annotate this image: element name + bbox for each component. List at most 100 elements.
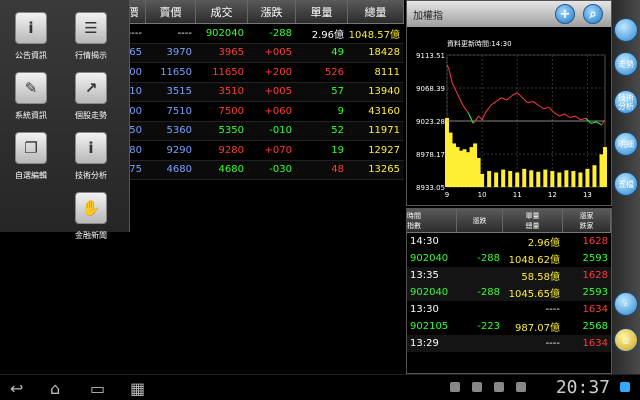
volume-bar xyxy=(557,172,562,187)
volume-bar xyxy=(462,149,467,187)
volume-bar xyxy=(515,172,520,187)
magnifier-icon[interactable]: ⌕ xyxy=(583,4,603,24)
quote-cell-sell: 3970 xyxy=(166,47,192,59)
tick-row[interactable]: 902040 -288 1048.62億 2593 xyxy=(407,250,611,267)
quote-row[interactable]: 351035153510+0055713940 xyxy=(110,82,404,102)
price-line-segment xyxy=(457,93,464,106)
price-line-segment xyxy=(574,115,581,121)
tick-cell-time: 13:35 xyxy=(410,270,439,281)
recent-apps-icon[interactable]: ▭ xyxy=(90,379,105,398)
col-header-total[interactable]: 總量 xyxy=(348,0,404,23)
price-line-segment xyxy=(538,104,544,110)
launcher-item[interactable]: ✋ 金融新聞 xyxy=(62,192,120,241)
volume-bar xyxy=(452,143,457,187)
tick-table-body: 14:30 2.96億 1628 902040 -288 1048.62億 2593 13:3… xyxy=(407,233,611,352)
price-line-segment xyxy=(595,121,602,126)
quote-table-header: 買價 賣價 成交 漲跌 單量 總量 xyxy=(110,0,404,24)
tick-col-header-line: 漲跌 xyxy=(472,216,487,225)
sd-card-icon xyxy=(472,382,482,392)
tick-row[interactable]: 13:35 58.58億 1628 xyxy=(407,267,611,284)
quote-row[interactable]: 750075107500+060943160 xyxy=(110,102,404,122)
price-line-segment xyxy=(481,112,487,120)
launcher-item[interactable]: ✎ 系統資訊 xyxy=(2,72,60,121)
launcher-item[interactable]: ☰ 行情揭示 xyxy=(62,12,120,61)
tick-row[interactable]: 14:30 2.96億 1628 xyxy=(407,233,611,250)
volume-bar xyxy=(578,172,583,187)
launcher-item[interactable]: ↗ 個股走勢 xyxy=(62,72,120,121)
price-line-segment xyxy=(485,104,492,113)
side-tab-button[interactable]: 走勢 xyxy=(614,52,638,76)
col-header-change[interactable]: 漲跌 xyxy=(248,0,296,23)
launcher-item-label: 行情揭示 xyxy=(75,51,107,60)
quote-cell-total: 43160 xyxy=(368,105,400,117)
settings-icon[interactable]: ◎ xyxy=(614,328,638,352)
side-tab-button[interactable]: 技術分析 xyxy=(614,90,638,114)
quote-cell-vol: 526 xyxy=(324,66,344,78)
tick-cell-up: 1634 xyxy=(582,304,608,315)
price-line-segment xyxy=(506,95,513,101)
price-line-segment xyxy=(451,82,458,95)
quote-cell-trade: 5350 xyxy=(218,125,244,137)
col-header-sell[interactable]: 賣價 xyxy=(146,0,196,23)
quote-row[interactable]: 535053605350-0105211971 xyxy=(110,121,404,141)
price-line-segment xyxy=(527,100,534,104)
price-line-segment xyxy=(532,101,539,106)
launcher-item-label: 金融新聞 xyxy=(75,231,107,240)
quote-row[interactable]: 928092909280+0701912927 xyxy=(110,141,404,161)
side-tab-button[interactable]: 五檔 xyxy=(614,172,638,196)
check-icon xyxy=(516,382,526,392)
tick-cell-up: 1628 xyxy=(582,270,608,281)
y-tick-label: 8978.17 xyxy=(416,151,445,159)
tick-row[interactable]: 13:30 ---- 1634 xyxy=(407,301,611,318)
price-line-segment xyxy=(580,117,586,121)
tick-table-header: 時間 指數 漲跌 單量 總量 漲家 跌家 xyxy=(407,209,611,233)
price-line-segment xyxy=(569,115,576,119)
index-chart-panel: 加權指 + ⌕ 資料更新時間:14:30 9113.51 9068.39 9023.… xyxy=(406,0,612,206)
home-tab-button[interactable] xyxy=(614,18,638,42)
home-icon[interactable]: ⌂ xyxy=(50,379,60,398)
plus-icon[interactable]: + xyxy=(555,4,575,24)
launcher-item[interactable]: i 技術分析 xyxy=(62,132,120,181)
launcher-item[interactable]: ❐ 自選編輯 xyxy=(2,132,60,181)
tick-col-header-line: 單量 xyxy=(525,211,540,220)
volume-bar xyxy=(603,147,607,187)
tick-row[interactable]: 902105 -223 987.07億 2568 xyxy=(407,318,611,335)
price-line-segment xyxy=(501,97,507,101)
launcher-item-label: 自選編輯 xyxy=(15,171,47,180)
grid-menu-icon[interactable]: ▦ xyxy=(130,379,145,398)
volume-bar xyxy=(536,171,541,187)
quote-cell-change: +005 xyxy=(264,47,292,59)
quote-cell-total: 13265 xyxy=(368,164,400,176)
zoom-icon[interactable]: ⌕ xyxy=(614,292,638,316)
price-line-segment xyxy=(522,97,529,104)
quote-cell-sell: 4680 xyxy=(166,164,192,176)
quote-cell-total: 18428 xyxy=(368,47,400,59)
quote-cell-trade: 4680 xyxy=(218,164,244,176)
tick-row[interactable]: 902040 -288 1045.65億 2593 xyxy=(407,284,611,301)
volume-bar xyxy=(480,173,485,187)
tick-col-header: 漲家 跌家 xyxy=(563,209,611,232)
wrench-icon: ✎ xyxy=(15,72,47,104)
launcher-item-label: 公告資訊 xyxy=(15,51,47,60)
volume-bar xyxy=(529,170,534,187)
tick-cell-time: 902040 xyxy=(410,287,449,298)
side-tab-button[interactable]: 明細 xyxy=(614,132,638,156)
back-arrow-icon[interactable]: ↩ xyxy=(10,379,23,398)
launcher-item[interactable]: i 公告資訊 xyxy=(2,12,60,61)
tick-col-header-line: 指數 xyxy=(407,221,421,230)
intraday-chart[interactable]: 9113.51 9068.39 9023.28 8978.17 8933.059 10 11… xyxy=(407,27,611,205)
quote-row[interactable]: 396539703965+0054918428 xyxy=(110,43,404,63)
tick-row[interactable]: 13:29 ---- 1634 xyxy=(407,335,611,352)
col-header-trade[interactable]: 成交 xyxy=(196,0,248,23)
quote-cell-trade: 902040 xyxy=(205,27,244,39)
col-header-volume[interactable]: 單量 xyxy=(296,0,348,23)
quote-row[interactable]: 116001165011650+2005268111 xyxy=(110,63,404,83)
x-tick-label: 12 xyxy=(548,191,557,199)
y-tick-label: 9113.51 xyxy=(416,52,445,60)
quote-cell-vol: 52 xyxy=(331,125,344,137)
quote-row[interactable]: ---- ---- 902040 -288 2.96億 1048.57億 xyxy=(110,24,404,44)
tick-col-header-line: 總量 xyxy=(525,221,540,230)
tick-cell-time: 14:30 xyxy=(410,236,439,247)
price-line-segment xyxy=(478,115,483,121)
quote-row[interactable]: 467546804680-0304813265 xyxy=(110,160,404,180)
